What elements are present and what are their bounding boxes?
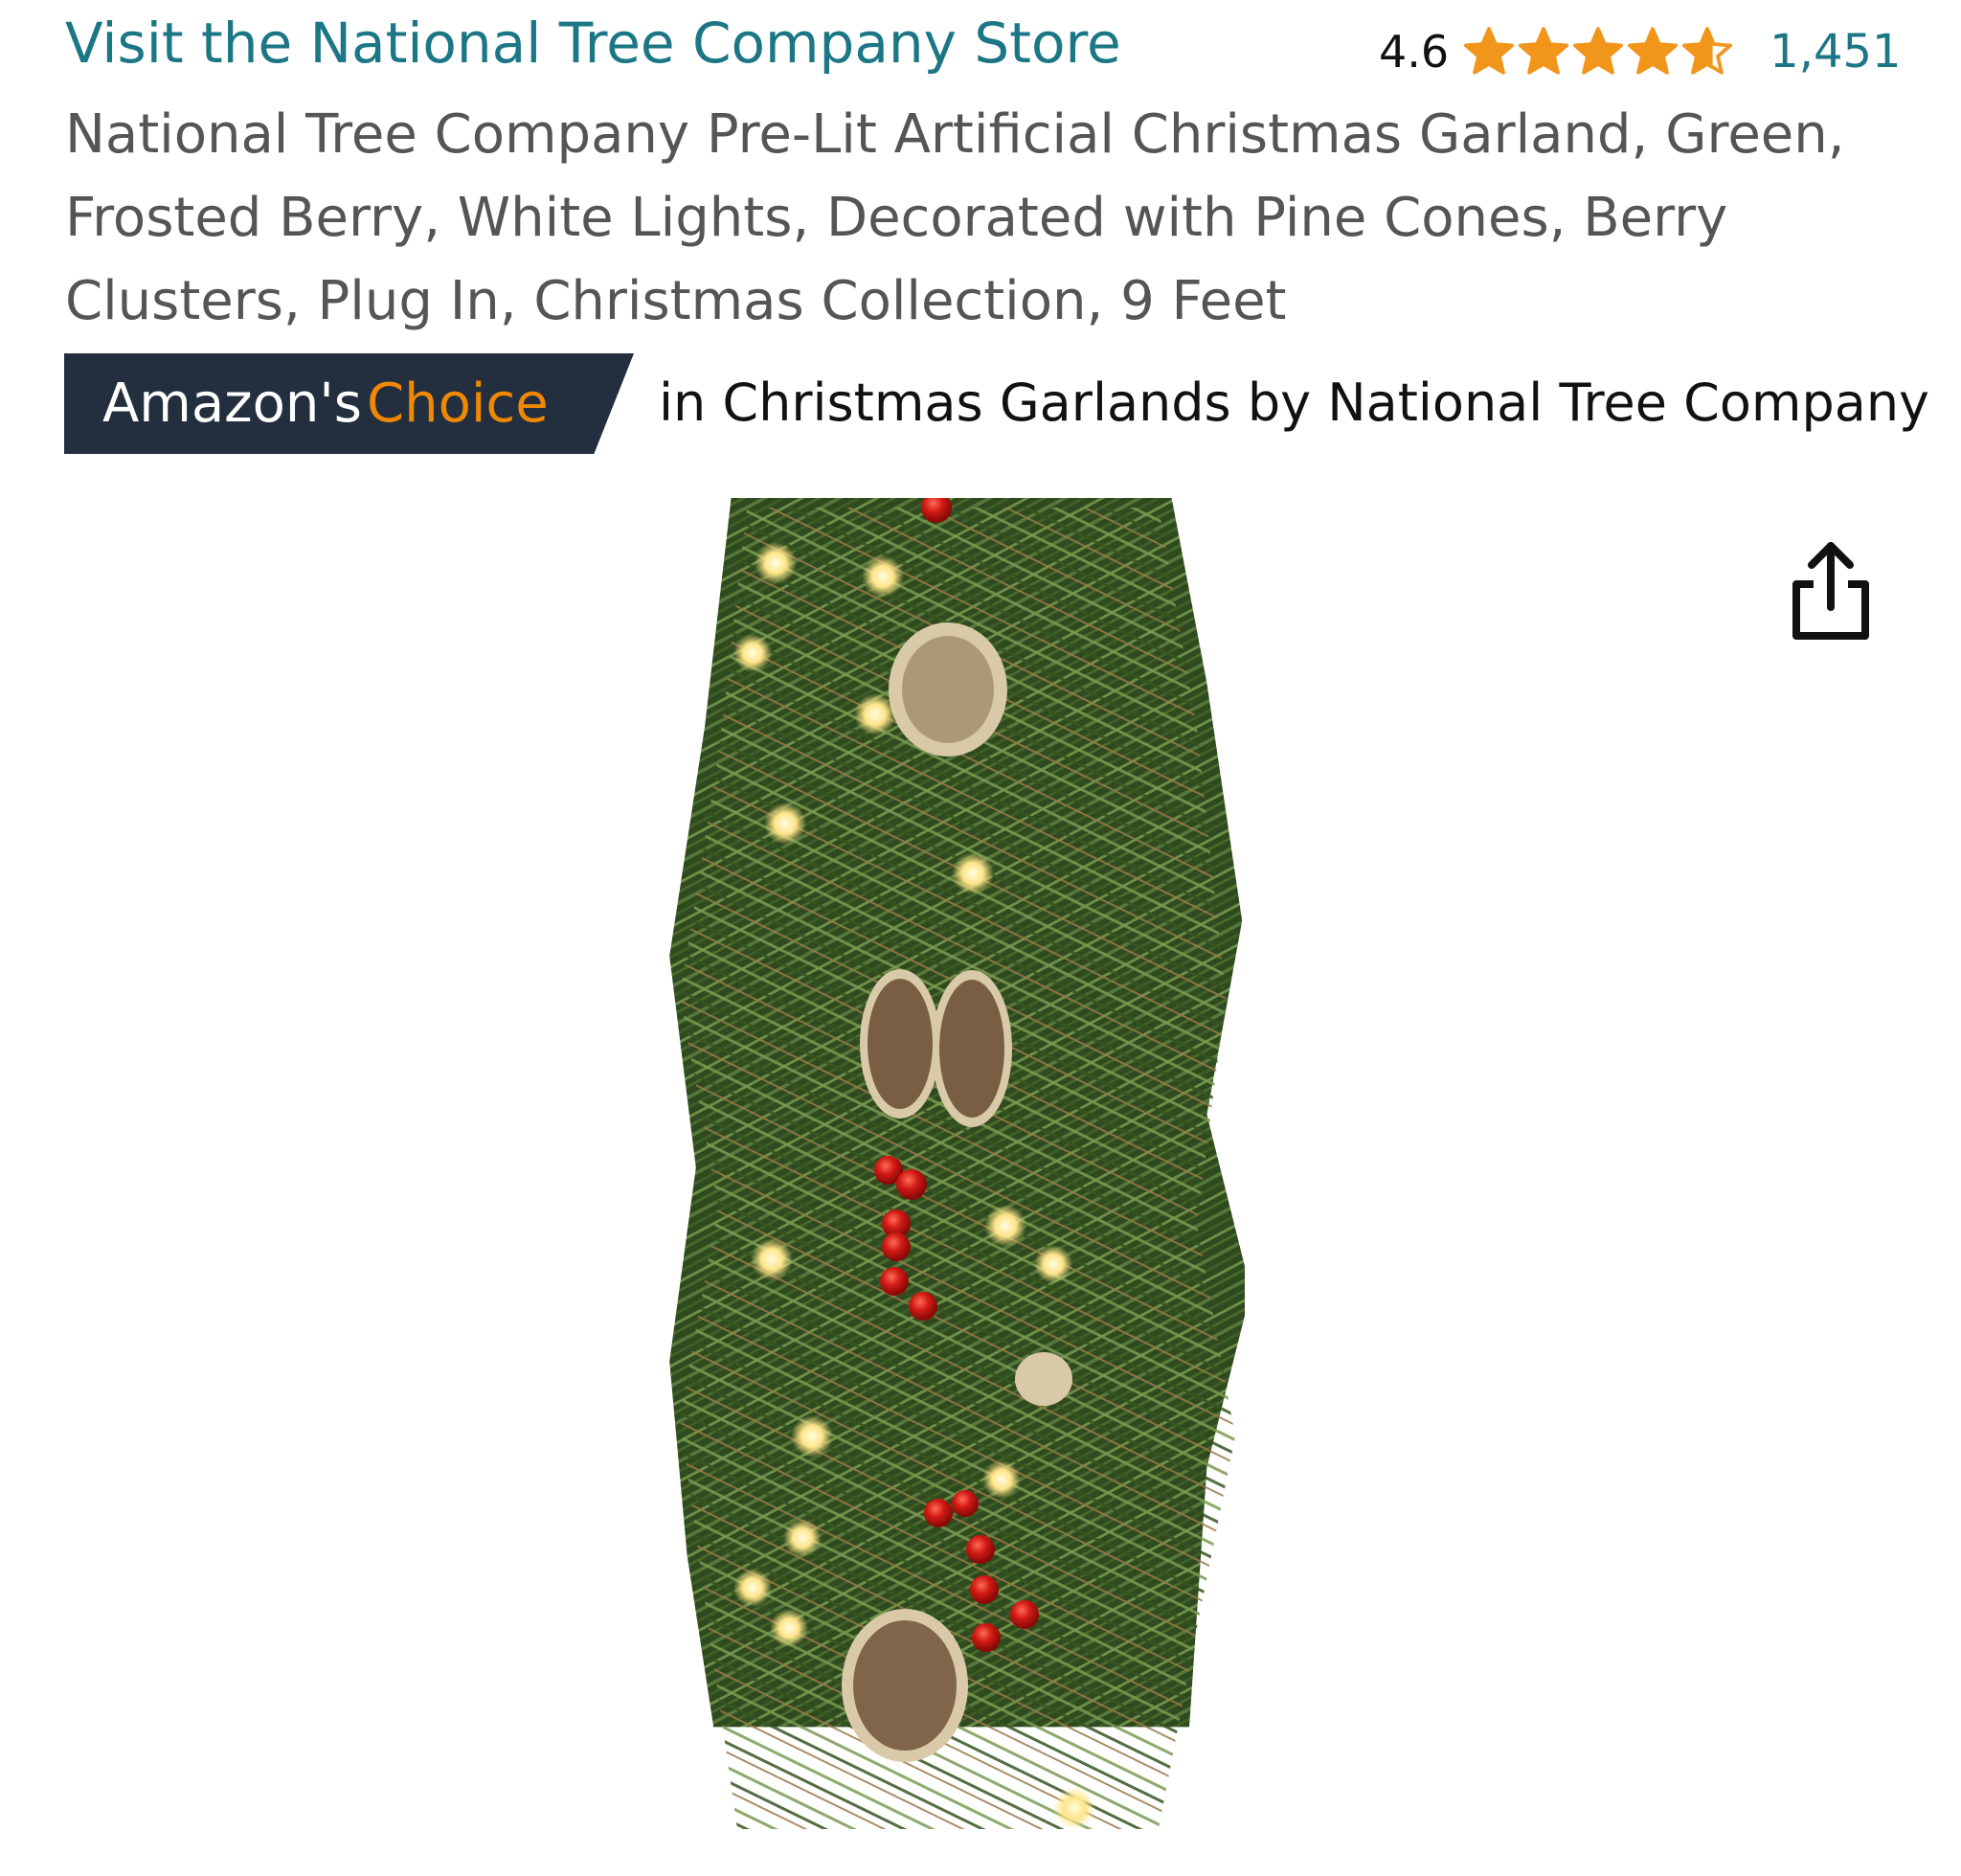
badge-highlight: Choice: [367, 373, 549, 435]
product-image-garland[interactable]: [661, 498, 1245, 1834]
star-rating[interactable]: [1462, 25, 1735, 79]
product-title: National Tree Company Pre-Lit Artificial…: [65, 103, 1845, 332]
rating-summary[interactable]: 4.6 1,451: [1379, 21, 1902, 82]
star-icon: [1519, 27, 1569, 75]
share-button[interactable]: [1783, 538, 1879, 644]
rating-value: 4.6: [1379, 26, 1450, 78]
star-icon: [1464, 27, 1515, 75]
visit-store-link[interactable]: Visit the National Tree Company Store: [65, 8, 1121, 79]
rating-count-link[interactable]: 1,451: [1769, 25, 1901, 79]
star-icon: [1573, 27, 1624, 75]
badge-prefix: Amazon's: [102, 373, 362, 435]
amazons-choice-badge: Amazon's Choice: [64, 353, 634, 454]
choice-category-text: in Christmas Garlands by National Tree C…: [659, 373, 1930, 433]
star-icon: [1682, 27, 1733, 75]
star-icon: [1628, 27, 1679, 75]
share-icon: [1792, 542, 1869, 640]
